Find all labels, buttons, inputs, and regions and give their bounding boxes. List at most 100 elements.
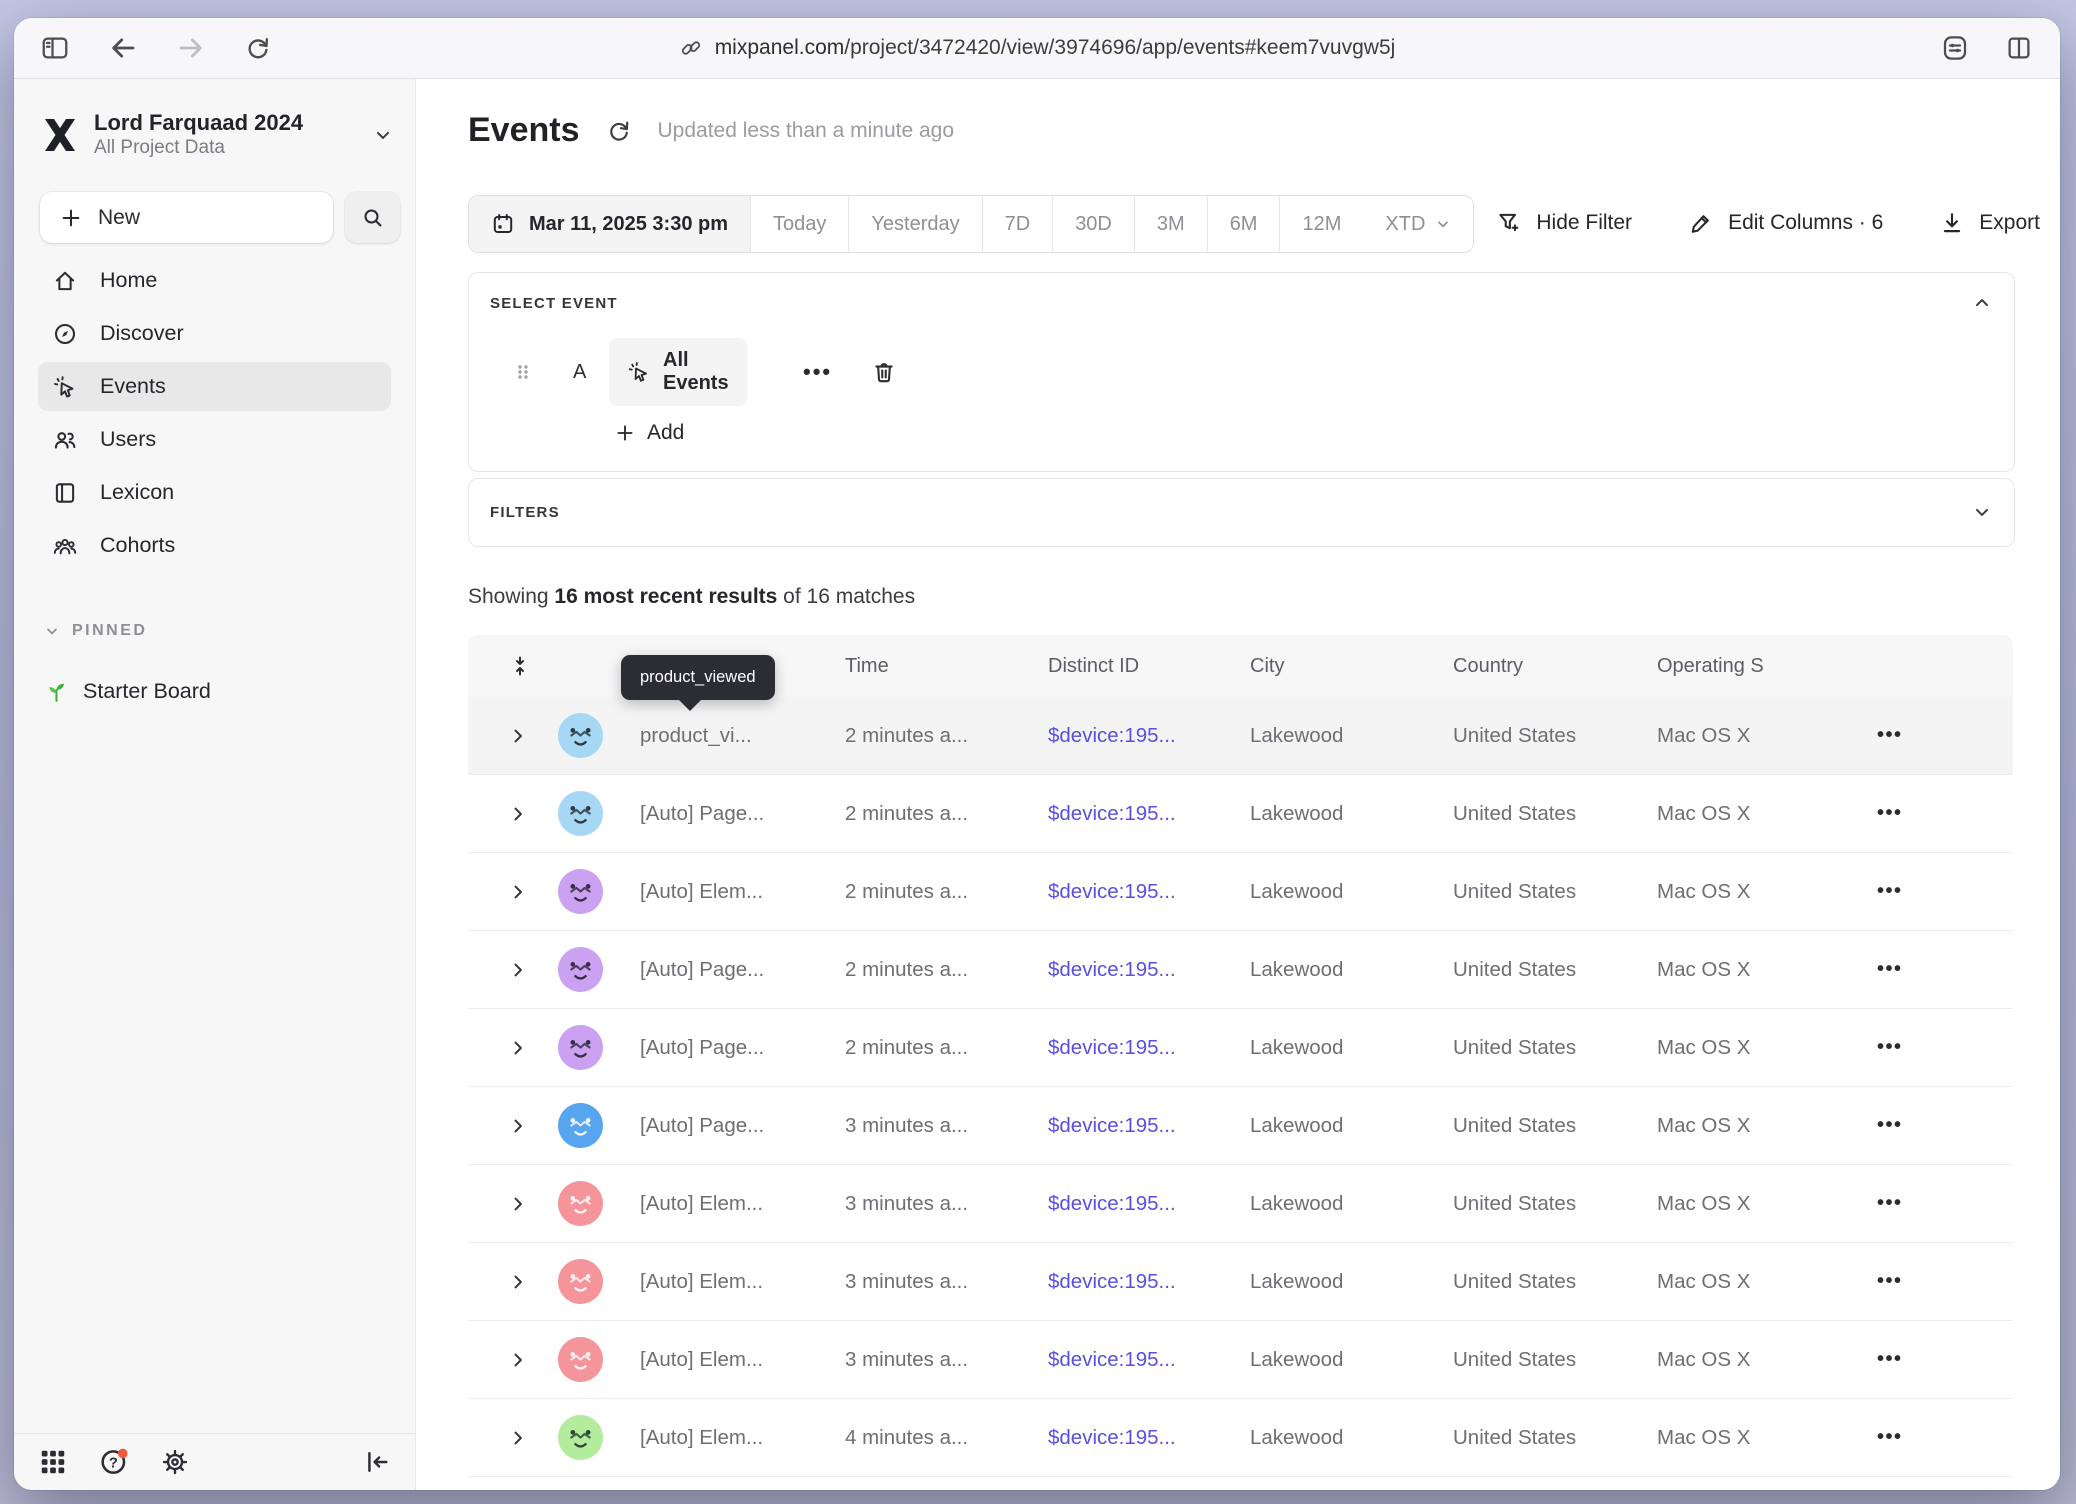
row-more-button[interactable]: ••• bbox=[1863, 1348, 2013, 1371]
city-cell: Lakewood bbox=[1250, 1036, 1453, 1060]
distinct-id-link[interactable]: $device:195... bbox=[1048, 1270, 1250, 1294]
sidebar-item-starter-board[interactable]: Starter Board bbox=[44, 679, 211, 704]
distinct-id-link[interactable]: $device:195... bbox=[1048, 1192, 1250, 1216]
row-more-button[interactable]: ••• bbox=[1863, 802, 2013, 825]
row-more-button[interactable]: ••• bbox=[1863, 1426, 2013, 1449]
trash-icon[interactable] bbox=[871, 359, 897, 385]
browser-reload-icon[interactable] bbox=[244, 34, 272, 62]
export-button[interactable]: Export bbox=[1939, 210, 2040, 236]
row-more-button[interactable]: ••• bbox=[1863, 1036, 2013, 1059]
sidebar-item-events[interactable]: Events bbox=[38, 362, 391, 411]
date-preset-xtd-button[interactable]: XTD bbox=[1363, 196, 1473, 252]
row-more-button[interactable]: ••• bbox=[1863, 1270, 2013, 1293]
url-bar[interactable]: mixpanel.com/project/3472420/view/397469… bbox=[14, 18, 2060, 78]
browser-forward-icon[interactable] bbox=[176, 33, 206, 63]
drag-handle-icon[interactable] bbox=[513, 360, 533, 384]
table-row[interactable]: [Auto] Elem... 3 minutes a... $device:19… bbox=[468, 1321, 2013, 1399]
refresh-icon[interactable] bbox=[606, 118, 632, 144]
column-header[interactable]: Time bbox=[845, 655, 1048, 678]
sidebar-item-discover[interactable]: Discover bbox=[38, 309, 391, 358]
date-range-selected[interactable]: Mar 11, 2025 3:30 pm bbox=[469, 196, 751, 252]
hide-filter-button[interactable]: Hide Filter bbox=[1496, 210, 1632, 236]
collapse-sidebar-icon[interactable] bbox=[363, 1448, 391, 1476]
apps-grid-icon[interactable] bbox=[38, 1447, 68, 1477]
collapse-rows-icon[interactable] bbox=[468, 654, 558, 678]
row-more-button[interactable]: ••• bbox=[1863, 1114, 2013, 1137]
distinct-id-link[interactable]: $device:195... bbox=[1048, 1114, 1250, 1138]
browser-page-settings-icon[interactable] bbox=[1940, 33, 1970, 63]
row-expander-chevron-icon[interactable] bbox=[468, 804, 558, 824]
date-preset-button[interactable]: 30D bbox=[1053, 196, 1135, 252]
table-row[interactable]: [Auto] Elem... 4 minutes a... $device:19… bbox=[468, 1477, 2013, 1490]
search-button[interactable] bbox=[345, 192, 400, 243]
chevron-down-icon[interactable] bbox=[1972, 502, 1992, 522]
row-expander-chevron-icon[interactable] bbox=[468, 1350, 558, 1370]
add-event-button[interactable]: Add bbox=[615, 421, 684, 445]
column-header[interactable]: Country bbox=[1453, 655, 1657, 678]
browser-split-view-icon[interactable] bbox=[2004, 33, 2034, 63]
row-expander-chevron-icon[interactable] bbox=[468, 1038, 558, 1058]
date-preset-button[interactable]: 3M bbox=[1135, 196, 1208, 252]
distinct-id-link[interactable]: $device:195... bbox=[1048, 958, 1250, 982]
edit-columns-button[interactable]: Edit Columns · 6 bbox=[1688, 210, 1883, 236]
row-expander-chevron-icon[interactable] bbox=[468, 1194, 558, 1214]
row-expander-chevron-icon[interactable] bbox=[468, 882, 558, 902]
table-row[interactable]: [Auto] Elem... 2 minutes a... $device:19… bbox=[468, 853, 2013, 931]
distinct-id-link[interactable]: $device:195... bbox=[1048, 1348, 1250, 1372]
date-preset-button[interactable]: 7D bbox=[983, 196, 1054, 252]
country-cell: United States bbox=[1453, 1036, 1657, 1060]
filters-label: FILTERS bbox=[490, 504, 560, 521]
row-more-button[interactable]: ••• bbox=[1863, 724, 2013, 747]
chevron-up-icon[interactable] bbox=[1972, 293, 1992, 313]
table-row[interactable]: [Auto] Elem... 3 minutes a... $device:19… bbox=[468, 1243, 2013, 1321]
date-preset-button[interactable]: Yesterday bbox=[849, 196, 982, 252]
chevron-down-icon bbox=[44, 623, 60, 639]
date-preset-button[interactable]: 12M bbox=[1280, 196, 1363, 252]
row-more-button[interactable]: ••• bbox=[1863, 958, 2013, 981]
distinct-id-link[interactable]: $device:195... bbox=[1048, 880, 1250, 904]
os-cell: Mac OS X bbox=[1657, 1036, 1863, 1060]
row-more-button[interactable]: ••• bbox=[1863, 880, 2013, 903]
column-header[interactable]: Operating S bbox=[1657, 655, 1863, 678]
date-presets: Today Yesterday 7D 30D 3M 6M 12M bbox=[751, 196, 1363, 252]
distinct-id-link[interactable]: $device:195... bbox=[1048, 724, 1250, 748]
sidebar-item-label: Cohorts bbox=[100, 533, 175, 558]
date-preset-button[interactable]: 6M bbox=[1208, 196, 1281, 252]
sidebar-item-cohorts[interactable]: Cohorts bbox=[38, 521, 391, 570]
pinned-section-header[interactable]: PINNED bbox=[44, 622, 147, 640]
table-row[interactable]: [Auto] Page... 2 minutes a... $device:19… bbox=[468, 1009, 2013, 1087]
row-expander-chevron-icon[interactable] bbox=[468, 1116, 558, 1136]
row-expander-chevron-icon[interactable] bbox=[468, 1428, 558, 1448]
event-avatar bbox=[558, 1259, 603, 1304]
row-more-button[interactable]: ••• bbox=[1863, 1192, 2013, 1215]
workspace-switcher[interactable]: Lord Farquaad 2024 All Project Data bbox=[40, 109, 399, 160]
column-header[interactable]: Distinct ID bbox=[1048, 655, 1250, 678]
table-row[interactable]: [Auto] Page... 2 minutes a... $device:19… bbox=[468, 931, 2013, 1009]
sidebar-item-home[interactable]: Home bbox=[38, 256, 391, 305]
row-expander-chevron-icon[interactable] bbox=[468, 726, 558, 746]
help-icon[interactable]: ? bbox=[98, 1446, 130, 1478]
table-row[interactable]: [Auto] Elem... 4 minutes a... $device:19… bbox=[468, 1399, 2013, 1477]
table-row[interactable]: [Auto] Page... 2 minutes a... $device:19… bbox=[468, 775, 2013, 853]
column-header[interactable]: City bbox=[1250, 655, 1453, 678]
new-button[interactable]: New bbox=[40, 192, 333, 243]
sidebar-item-label: Lexicon bbox=[100, 480, 174, 505]
browser-back-icon[interactable] bbox=[108, 33, 138, 63]
event-selector-pill[interactable]: All Events bbox=[609, 338, 747, 406]
distinct-id-link[interactable]: $device:195... bbox=[1048, 802, 1250, 826]
browser-sidebar-toggle-icon[interactable] bbox=[40, 33, 70, 63]
event-more-button[interactable]: ••• bbox=[803, 359, 832, 385]
sidebar-item-lexicon[interactable]: Lexicon bbox=[38, 468, 391, 517]
row-expander-chevron-icon[interactable] bbox=[468, 1272, 558, 1292]
distinct-id-link[interactable]: $device:195... bbox=[1048, 1426, 1250, 1450]
table-row[interactable]: [Auto] Page... 3 minutes a... $device:19… bbox=[468, 1087, 2013, 1165]
sidebar-item-users[interactable]: Users bbox=[38, 415, 391, 464]
distinct-id-link[interactable]: $device:195... bbox=[1048, 1036, 1250, 1060]
date-preset-button[interactable]: Today bbox=[751, 196, 849, 252]
row-expander-chevron-icon[interactable] bbox=[468, 960, 558, 980]
event-row-letter: A bbox=[573, 361, 586, 384]
settings-gear-icon[interactable] bbox=[160, 1447, 190, 1477]
country-cell: United States bbox=[1453, 802, 1657, 826]
event-name-cell: [Auto] Page... bbox=[640, 802, 845, 826]
table-row[interactable]: [Auto] Elem... 3 minutes a... $device:19… bbox=[468, 1165, 2013, 1243]
